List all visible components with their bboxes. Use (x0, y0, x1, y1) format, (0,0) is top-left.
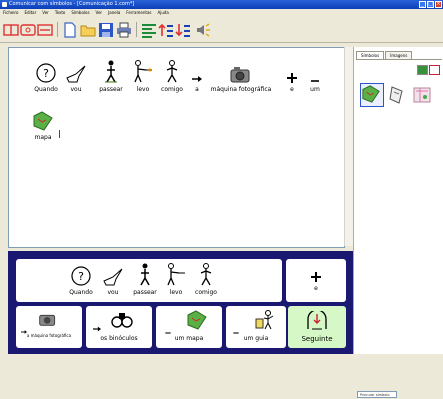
menu-tools[interactable]: Ferramentas (126, 9, 151, 17)
frame-icon[interactable] (429, 65, 440, 75)
walking-person-icon (105, 60, 117, 83)
doc-symbol-e[interactable]: e (285, 58, 299, 93)
one-dash-icon (311, 80, 319, 82)
self-person-icon (200, 263, 212, 286)
maximize-button[interactable]: □ (427, 1, 434, 8)
doc-symbol-comigo[interactable]: comigo (157, 58, 187, 93)
decrease-size-icon[interactable] (174, 21, 191, 38)
svg-text:?: ? (78, 270, 84, 283)
library-symbol-street-map[interactable] (412, 85, 432, 105)
map-icon (186, 309, 208, 335)
symbol-line-icon[interactable] (36, 21, 53, 38)
new-document-icon[interactable] (61, 21, 78, 38)
close-button[interactable]: × (435, 1, 442, 8)
print-icon[interactable] (115, 21, 132, 38)
phrase-symbol-comigo: comigo (190, 261, 222, 296)
next-word-e-card[interactable]: e (286, 259, 346, 302)
menu-help[interactable]: Ajuda (158, 9, 169, 17)
clock-question-icon: ? (71, 266, 91, 286)
arrow-right-icon (192, 76, 202, 82)
next-word-e: e (304, 265, 328, 292)
scroll-map-icon (389, 86, 403, 104)
phrase-symbol-quando: ? Quando (64, 261, 98, 296)
map-icon (33, 111, 53, 131)
guide-people-icon (254, 309, 276, 335)
doc-symbol-vou[interactable]: vou (64, 58, 88, 93)
person-carry-icon (134, 60, 152, 83)
image-icon[interactable] (417, 65, 428, 75)
svg-text:?: ? (43, 67, 49, 80)
save-icon[interactable] (97, 21, 114, 38)
clock-question-icon: ? (36, 63, 56, 83)
doc-symbol-levo[interactable]: levo (131, 58, 155, 93)
tab-symbols[interactable]: Símbolos (356, 51, 385, 59)
document-scrollbar[interactable] (344, 47, 353, 246)
person-carry-icon (167, 263, 185, 286)
phrase-symbol-passear: passear (128, 261, 162, 296)
doc-symbol-mapa[interactable]: mapa (29, 106, 57, 141)
toolbar (0, 18, 443, 43)
phrase-symbol-levo: levo (164, 261, 188, 296)
camera-icon (230, 67, 250, 83)
title-bar: Comunicar com símbolos - [Comunicação 1.… (0, 0, 443, 9)
prediction-option-binoculos[interactable]: os binóculos (86, 306, 152, 348)
symbol-library-panel: Símbolos Imagens Procurar símbolo (353, 47, 443, 398)
pointing-hand-icon (66, 65, 86, 83)
doc-symbol-um[interactable]: um (307, 58, 323, 93)
open-folder-icon[interactable] (79, 21, 96, 38)
symbol-frame-icon[interactable] (2, 21, 19, 38)
doc-symbol-maquina[interactable]: máquina fotográfica (207, 58, 275, 93)
toolbar-separator (57, 22, 58, 37)
tab-images[interactable]: Imagens (385, 51, 413, 59)
next-button[interactable]: Seguinte (288, 306, 346, 348)
phrase-card[interactable]: ? Quando vou passear levo comigo (16, 259, 282, 302)
prediction-option-guia[interactable]: um guia (226, 306, 286, 348)
plus-icon (287, 73, 297, 83)
menu-view[interactable]: Ver (42, 9, 49, 17)
phrase-symbol-vou: vou (100, 261, 126, 296)
walking-person-icon (140, 263, 150, 286)
menu-text[interactable]: Texto (55, 9, 66, 17)
menu-window[interactable]: Janela (108, 9, 120, 17)
menu-file[interactable]: Ficheiro (3, 9, 18, 17)
text-cursor (59, 130, 60, 138)
next-page-icon (306, 309, 328, 335)
menu-bar: Ficheiro Editar Ver Texto Símbolos Ver J… (0, 9, 443, 17)
prediction-option-maquina[interactable]: a máquina fotográfica (16, 306, 82, 348)
doc-symbol-passear[interactable]: passear (94, 58, 128, 93)
map-icon (362, 85, 380, 103)
menu-edit[interactable]: Editar (24, 9, 36, 17)
symbol-bubble-icon[interactable] (19, 21, 36, 38)
app-icon (2, 2, 7, 7)
library-symbol-scroll[interactable] (388, 85, 406, 105)
camera-icon (38, 312, 58, 331)
pointing-hand-icon (103, 268, 123, 286)
align-lines-icon[interactable] (140, 21, 157, 38)
speaker-icon[interactable] (194, 21, 211, 38)
self-person-icon (166, 60, 178, 83)
toolbar-separator (136, 22, 137, 37)
symbol-search-input[interactable]: Procurar símbolo (357, 391, 397, 398)
library-symbol-map[interactable] (360, 83, 384, 107)
increase-size-icon[interactable] (157, 21, 174, 38)
doc-symbol-a[interactable]: a (190, 58, 204, 93)
binoculars-icon (110, 309, 134, 333)
menu-symbols[interactable]: Símbolos (71, 9, 89, 17)
prediction-panel: ? Quando vou passear levo comigo e a máq… (8, 251, 353, 354)
menu-view2[interactable]: Ver (96, 9, 103, 17)
street-map-icon (413, 87, 431, 103)
minimize-button[interactable]: _ (419, 1, 426, 8)
prediction-option-mapa[interactable]: um mapa (156, 306, 222, 348)
plus-icon (311, 272, 321, 282)
doc-symbol-quando[interactable]: ? Quando (29, 58, 63, 93)
window-title: Comunicar com símbolos - [Comunicação 1.… (9, 1, 135, 7)
document-area[interactable]: ? Quando vou passear levo comigo a máqui… (8, 47, 345, 248)
